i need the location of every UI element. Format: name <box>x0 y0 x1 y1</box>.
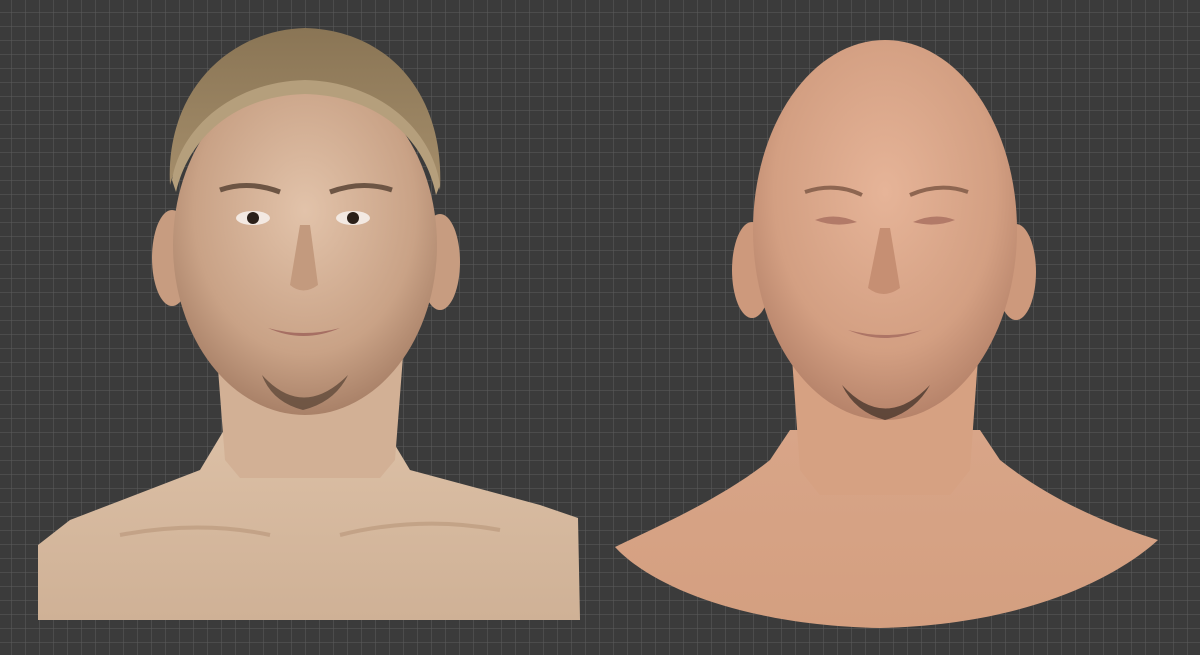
viewport-canvas <box>38 28 1158 628</box>
textured-head-scan[interactable] <box>38 28 580 620</box>
scan-left-iris <box>247 212 259 224</box>
bald-head-model[interactable] <box>615 40 1158 628</box>
3d-viewport[interactable] <box>0 0 1200 655</box>
scan-right-iris <box>347 212 359 224</box>
